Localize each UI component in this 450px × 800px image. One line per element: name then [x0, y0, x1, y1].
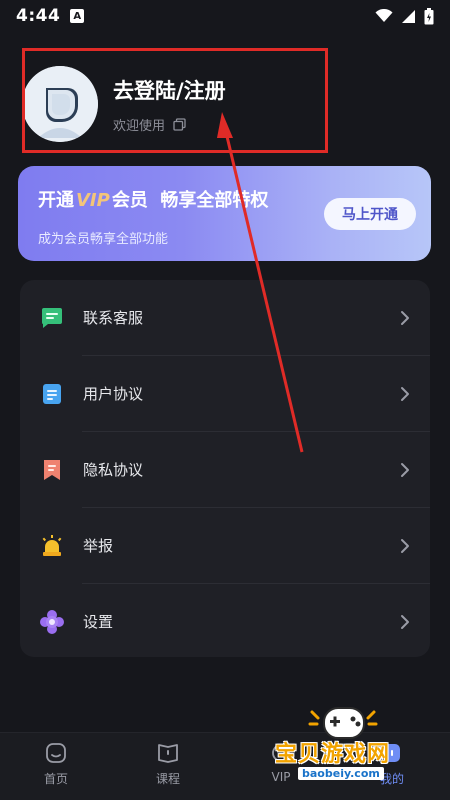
bookmark-icon	[40, 458, 64, 482]
notification-a-icon: A	[70, 9, 85, 23]
chevron-right-icon	[401, 462, 409, 477]
nav-tab-home[interactable]: 首页	[11, 741, 101, 797]
status-time: 4:44	[16, 6, 61, 26]
nav-tab-course[interactable]: 课程	[123, 741, 213, 797]
open-vip-button[interactable]: 马上开通	[324, 198, 416, 230]
status-icons	[375, 7, 434, 25]
menu-item-customer-service[interactable]: 联系客服	[20, 280, 430, 355]
wifi-icon	[375, 9, 393, 22]
flower-settings-icon	[40, 609, 64, 634]
vip-banner[interactable]: 开通 VIP 会员 畅享全部特权 成为会员畅享全部功能 马上开通	[18, 166, 431, 261]
alarm-icon	[40, 534, 64, 558]
menu-item-label: 用户协议	[83, 385, 144, 403]
chat-icon	[40, 306, 64, 330]
menu-item-privacy-policy[interactable]: 隐私协议	[20, 432, 430, 507]
chevron-right-icon	[401, 538, 409, 553]
course-book-icon	[158, 744, 178, 763]
vip-title: 开通 VIP 会员 畅享全部特权	[38, 186, 268, 212]
menu-card: 联系客服 用户协议 隐私协议 举报 设置	[20, 280, 430, 657]
vip-title-prefix: 开通	[38, 190, 74, 211]
menu-item-label: 设置	[83, 613, 114, 631]
menu-item-report[interactable]: 举报	[20, 508, 430, 583]
vip-title-suffix: 会员 畅享全部特权	[111, 190, 269, 211]
status-bar: 4:44 A	[0, 0, 450, 32]
chevron-right-icon	[401, 386, 409, 401]
nav-label: 课程	[155, 772, 180, 786]
chevron-right-icon	[401, 614, 409, 629]
vip-logo-text: VIP	[76, 190, 110, 211]
menu-item-label: 举报	[83, 537, 114, 555]
menu-item-user-agreement[interactable]: 用户协议	[20, 356, 430, 431]
vip-subtitle: 成为会员畅享全部功能	[38, 232, 169, 247]
chevron-right-icon	[401, 310, 409, 325]
menu-item-label: 隐私协议	[83, 461, 144, 479]
home-icon	[46, 743, 66, 763]
menu-item-label: 联系客服	[83, 309, 144, 327]
menu-item-settings[interactable]: 设置	[20, 584, 430, 659]
signal-icon	[402, 9, 415, 23]
battery-icon	[424, 7, 434, 24]
watermark: 宝贝游戏网 baobeiy.com	[270, 700, 450, 800]
watermark-domain: baobeiy.com	[298, 767, 384, 780]
document-icon	[40, 382, 64, 406]
annotation-highlight-box	[22, 48, 328, 153]
watermark-text: 宝贝游戏网	[275, 742, 391, 767]
nav-label: 首页	[43, 772, 68, 786]
